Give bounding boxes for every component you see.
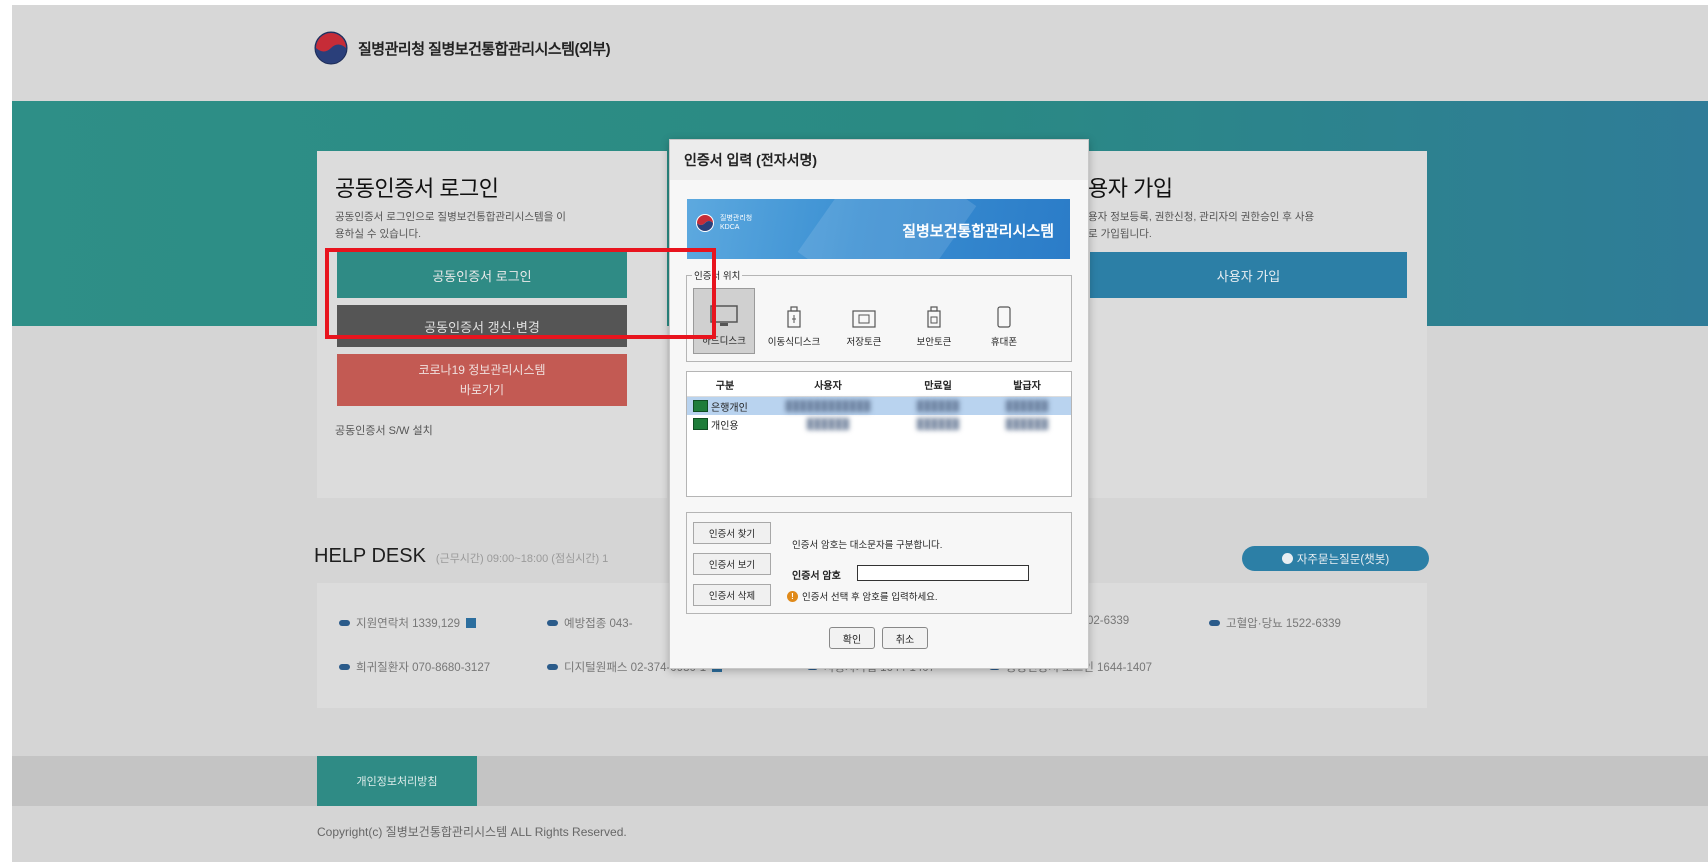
security-token-icon [927, 306, 941, 328]
case-sensitive-hint: 인증서 암호는 대소문자를 구분합니다. [792, 540, 943, 551]
location-mobile-phone[interactable]: 휴대폰 [973, 288, 1035, 354]
helpdesk-heading: HELP DESK (근무시간) 09:00~18:00 (점심시간) 1 [314, 545, 608, 568]
usb-drive-icon [787, 306, 801, 328]
redacted-user: ████████████ [785, 400, 871, 412]
chatbot-button[interactable]: 자주묻는질문(챗봇) [1242, 546, 1429, 571]
covid-button-line2: 바로가기 [459, 383, 505, 397]
site-logo[interactable]: 질병관리청 질병보건통합관리시스템(외부) [314, 31, 611, 65]
cert-list-header: 구분 사용자 만료일 발급자 [687, 372, 1071, 397]
warning-icon: ! [787, 590, 798, 602]
ok-button[interactable]: 확인 [829, 627, 875, 649]
signup-card-desc-1: 용자 정보등록, 권한신청, 관리자의 권한승인 후 사용 [1088, 211, 1315, 223]
certificate-icon [693, 400, 708, 412]
government-emblem-icon [314, 31, 348, 65]
page-background: 질병관리청 질병보건통합관리시스템(외부) 공동인증서 로그인 공동인증서 로그… [12, 5, 1708, 862]
external-link-icon[interactable] [466, 618, 477, 628]
site-title: 질병관리청 질병보건통합관리시스템(외부) [358, 40, 611, 58]
cert-password-input[interactable] [857, 565, 1029, 581]
delete-cert-button[interactable]: 인증서 삭제 [693, 584, 771, 606]
password-label: 인증서 암호 [792, 571, 841, 582]
privacy-policy-link[interactable]: 개인정보처리방침 [317, 756, 477, 806]
covid-system-button[interactable]: 코로나19 정보관리시스템 바로가기 [337, 354, 627, 406]
view-cert-button[interactable]: 인증서 보기 [693, 553, 771, 575]
bullet-icon [339, 620, 350, 626]
chatbot-label: 자주묻는질문(챗봇) [1296, 553, 1390, 566]
contact-item: 지원연락처 1339,129 [339, 615, 477, 631]
redacted-user: ██████ [806, 418, 850, 430]
storage-token-icon [852, 310, 876, 328]
bullet-icon [547, 664, 558, 670]
redacted-issuer: ██████ [1005, 400, 1049, 412]
location-security-token[interactable]: 보안토큰 [903, 288, 965, 354]
certificate-icon [693, 418, 708, 430]
annotation-highlight-box [325, 248, 716, 339]
location-storage-token[interactable]: 저장토큰 [833, 288, 895, 354]
signup-card: 용자 가입 용자 정보등록, 권한신청, 관리자의 권한승인 후 사용 로 가입… [1072, 151, 1427, 498]
copyright-text: Copyright(c) 질병보건통합관리시스템 ALL Rights Rese… [317, 825, 627, 839]
kdca-logo: 질병관리청 KDCA [695, 213, 752, 233]
login-card-desc-1: 공동인증서 로그인으로 질병보건통합관리시스템을 이 [335, 211, 566, 223]
contact-item: 고혈압·당뇨 1522-6339 [1209, 615, 1341, 631]
redacted-issuer: ██████ [1005, 418, 1049, 430]
contact-item: 예방접종 043- [547, 615, 633, 631]
dialog-banner: 질병관리청 KDCA 질병보건통합관리시스템 [687, 199, 1070, 259]
banner-title: 질병보건통합관리시스템 [902, 223, 1054, 240]
contact-item: 02-6339 [1087, 615, 1130, 627]
redacted-expiry: ██████ [916, 418, 960, 430]
certificate-row[interactable]: 개인용 ██████ ██████ ██████ [687, 415, 1071, 433]
login-card-desc-2: 용하실 수 있습니다. [335, 228, 422, 240]
certificate-list: 구분 사용자 만료일 발급자 은행개인 ████████████ ██████ … [686, 371, 1072, 497]
emblem-icon [696, 214, 714, 232]
sw-install-link[interactable]: 공동인증서 S/W 설치 [335, 423, 433, 440]
certificate-row[interactable]: 은행개인 ████████████ ██████ ██████ [687, 397, 1071, 415]
password-warning: ! 인증서 선택 후 암호를 입력하세요. [787, 589, 938, 603]
dialog-title: 인증서 입력 (전자서명) [670, 140, 1088, 180]
bullet-icon [547, 620, 558, 626]
signup-card-desc-2: 로 가입됩니다. [1088, 228, 1152, 240]
bullet-icon [1209, 620, 1220, 626]
redacted-expiry: ██████ [916, 400, 960, 412]
signup-card-title: 용자 가입 [1088, 176, 1173, 201]
cancel-button[interactable]: 취소 [882, 627, 928, 649]
phone-icon [997, 306, 1011, 328]
certificate-dialog: 인증서 입력 (전자서명) 질병관리청 KDCA 질병보건통합관리시스템 인증서… [669, 139, 1089, 669]
location-removable-disk[interactable]: 이동식디스크 [763, 288, 825, 354]
footer-bar [12, 756, 1708, 806]
top-header: 질병관리청 질병보건통합관리시스템(외부) [12, 5, 1708, 101]
signup-button[interactable]: 사용자 가입 [1090, 252, 1407, 298]
helpdesk-title: HELP DESK [314, 545, 426, 567]
helpdesk-hours: (근무시간) 09:00~18:00 (점심시간) 1 [435, 553, 609, 565]
bullet-icon [339, 664, 350, 670]
contact-item: 희귀질환자 070-8680-3127 [339, 659, 490, 675]
find-cert-button[interactable]: 인증서 찾기 [693, 522, 771, 544]
covid-button-line1: 코로나19 정보관리시스템 [418, 363, 546, 377]
cert-action-box: 인증서 찾기 인증서 보기 인증서 삭제 인증서 암호는 대소문자를 구분합니다… [686, 512, 1072, 614]
kdca-text: 질병관리청 KDCA [720, 215, 753, 231]
login-card-title: 공동인증서 로그인 [335, 176, 499, 201]
chatbot-icon [1281, 553, 1293, 564]
cert-location-group: 인증서 위치 하드디스크 이동식디스크 저장토큰 보안토큰 휴대폰 [686, 268, 1072, 362]
